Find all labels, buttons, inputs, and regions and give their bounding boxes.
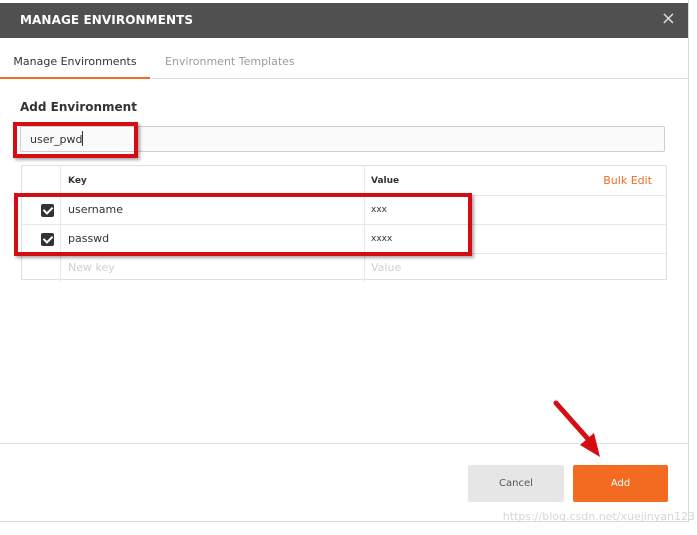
value-column-header: Value xyxy=(371,176,400,186)
watermark: https://blog.csdn.net/xuejinyan123 xyxy=(502,510,695,523)
close-icon[interactable]: × xyxy=(661,9,676,29)
highlight-box-variables xyxy=(14,193,472,256)
tab-environment-templates[interactable]: Environment Templates xyxy=(165,55,295,68)
table-header-row: Key Value Bulk Edit xyxy=(22,166,666,196)
checkbox-column-header xyxy=(22,166,61,195)
column-divider xyxy=(364,253,365,282)
dialog-title: MANAGE ENVIRONMENTS xyxy=(20,13,194,27)
new-value-input[interactable]: Value xyxy=(371,261,401,274)
new-key-input[interactable]: New key xyxy=(68,261,115,274)
key-column-header: Key xyxy=(68,176,87,186)
tab-bar: Manage Environments Environment Template… xyxy=(0,38,688,79)
highlight-box-env-name xyxy=(13,122,138,158)
cancel-button[interactable]: Cancel xyxy=(468,465,564,502)
add-environment-heading: Add Environment xyxy=(20,100,137,114)
dialog-titlebar: MANAGE ENVIRONMENTS × xyxy=(0,3,688,38)
column-divider xyxy=(364,166,365,195)
bulk-edit-link[interactable]: Bulk Edit xyxy=(603,174,652,187)
add-button[interactable]: Add xyxy=(573,465,668,502)
new-variable-row: New key Value xyxy=(22,253,666,282)
checkbox-cell xyxy=(22,253,61,282)
tab-manage-environments[interactable]: Manage Environments xyxy=(0,55,150,79)
red-arrow-icon xyxy=(553,400,600,457)
